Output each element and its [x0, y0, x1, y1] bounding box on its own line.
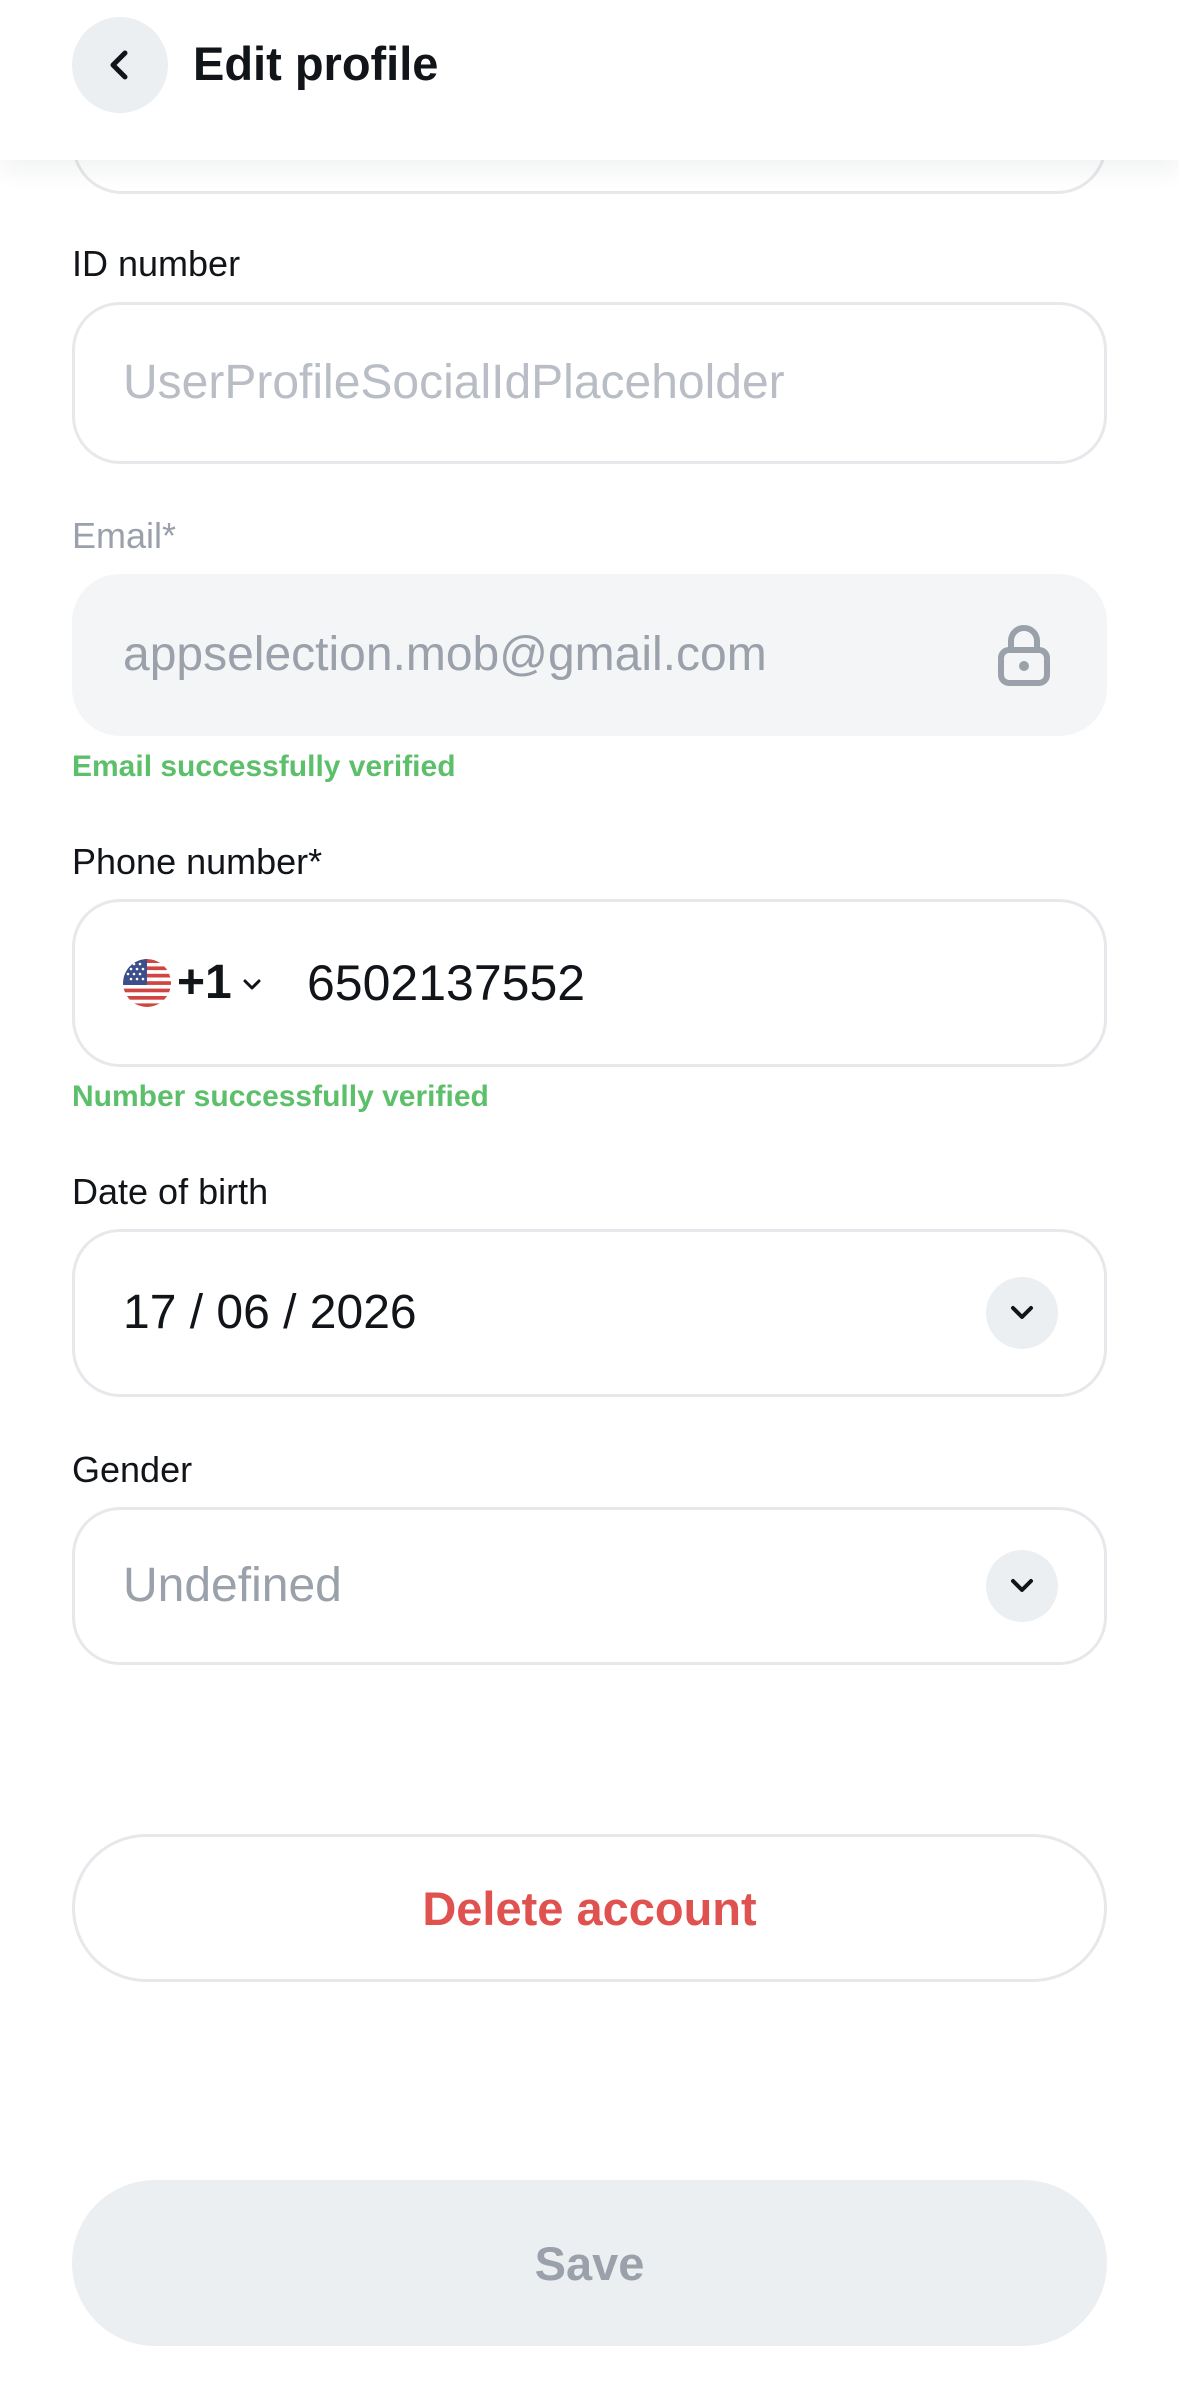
id-number-placeholder: UserProfileSocialIdPlaceholder	[123, 356, 785, 409]
chevron-down-icon	[1011, 1306, 1033, 1319]
date-of-birth-field[interactable]: 17 / 06 / 2026	[72, 1229, 1107, 1397]
gender-select[interactable]: Undefined	[72, 1507, 1107, 1665]
page-title: Edit profile	[193, 37, 439, 90]
chevron-left-icon	[110, 50, 128, 80]
delete-account-label: Delete account	[422, 1881, 757, 1935]
app-header: Edit profile	[0, 0, 1179, 160]
phone-number-value: 6502137552	[307, 955, 586, 1011]
us-flag-icon	[123, 959, 171, 1007]
gender-dropdown-button[interactable]	[986, 1550, 1058, 1622]
id-number-field[interactable]: UserProfileSocialIdPlaceholder	[72, 302, 1107, 464]
email-verified-status: Email successfully verified	[72, 750, 456, 783]
email-field: appselection.mob@gmail.com	[72, 574, 1107, 736]
phone-label: Phone number*	[72, 841, 323, 882]
chevron-down-icon	[243, 979, 261, 990]
date-of-birth-label: Date of birth	[72, 1171, 269, 1212]
save-button[interactable]: Save	[72, 2180, 1107, 2346]
phone-field[interactable]: +1 6502137552	[72, 899, 1107, 1067]
gender-label: Gender	[72, 1449, 193, 1490]
lock-icon	[998, 625, 1050, 686]
dial-code: +1	[177, 956, 232, 1009]
gender-value: Undefined	[123, 1559, 342, 1612]
save-label: Save	[534, 2236, 645, 2290]
phone-verified-status: Number successfully verified	[72, 1080, 489, 1113]
chevron-down-icon	[1011, 1579, 1033, 1592]
email-value: appselection.mob@gmail.com	[123, 628, 767, 681]
email-label: Email*	[72, 515, 177, 556]
date-of-birth-value: 17 / 06 / 2026	[123, 1286, 417, 1339]
delete-account-button[interactable]: Delete account	[72, 1834, 1107, 1982]
back-button[interactable]	[72, 17, 168, 113]
country-code-selector[interactable]: +1	[123, 953, 262, 1013]
id-number-label: ID number	[72, 243, 241, 284]
date-picker-button[interactable]	[986, 1277, 1058, 1349]
